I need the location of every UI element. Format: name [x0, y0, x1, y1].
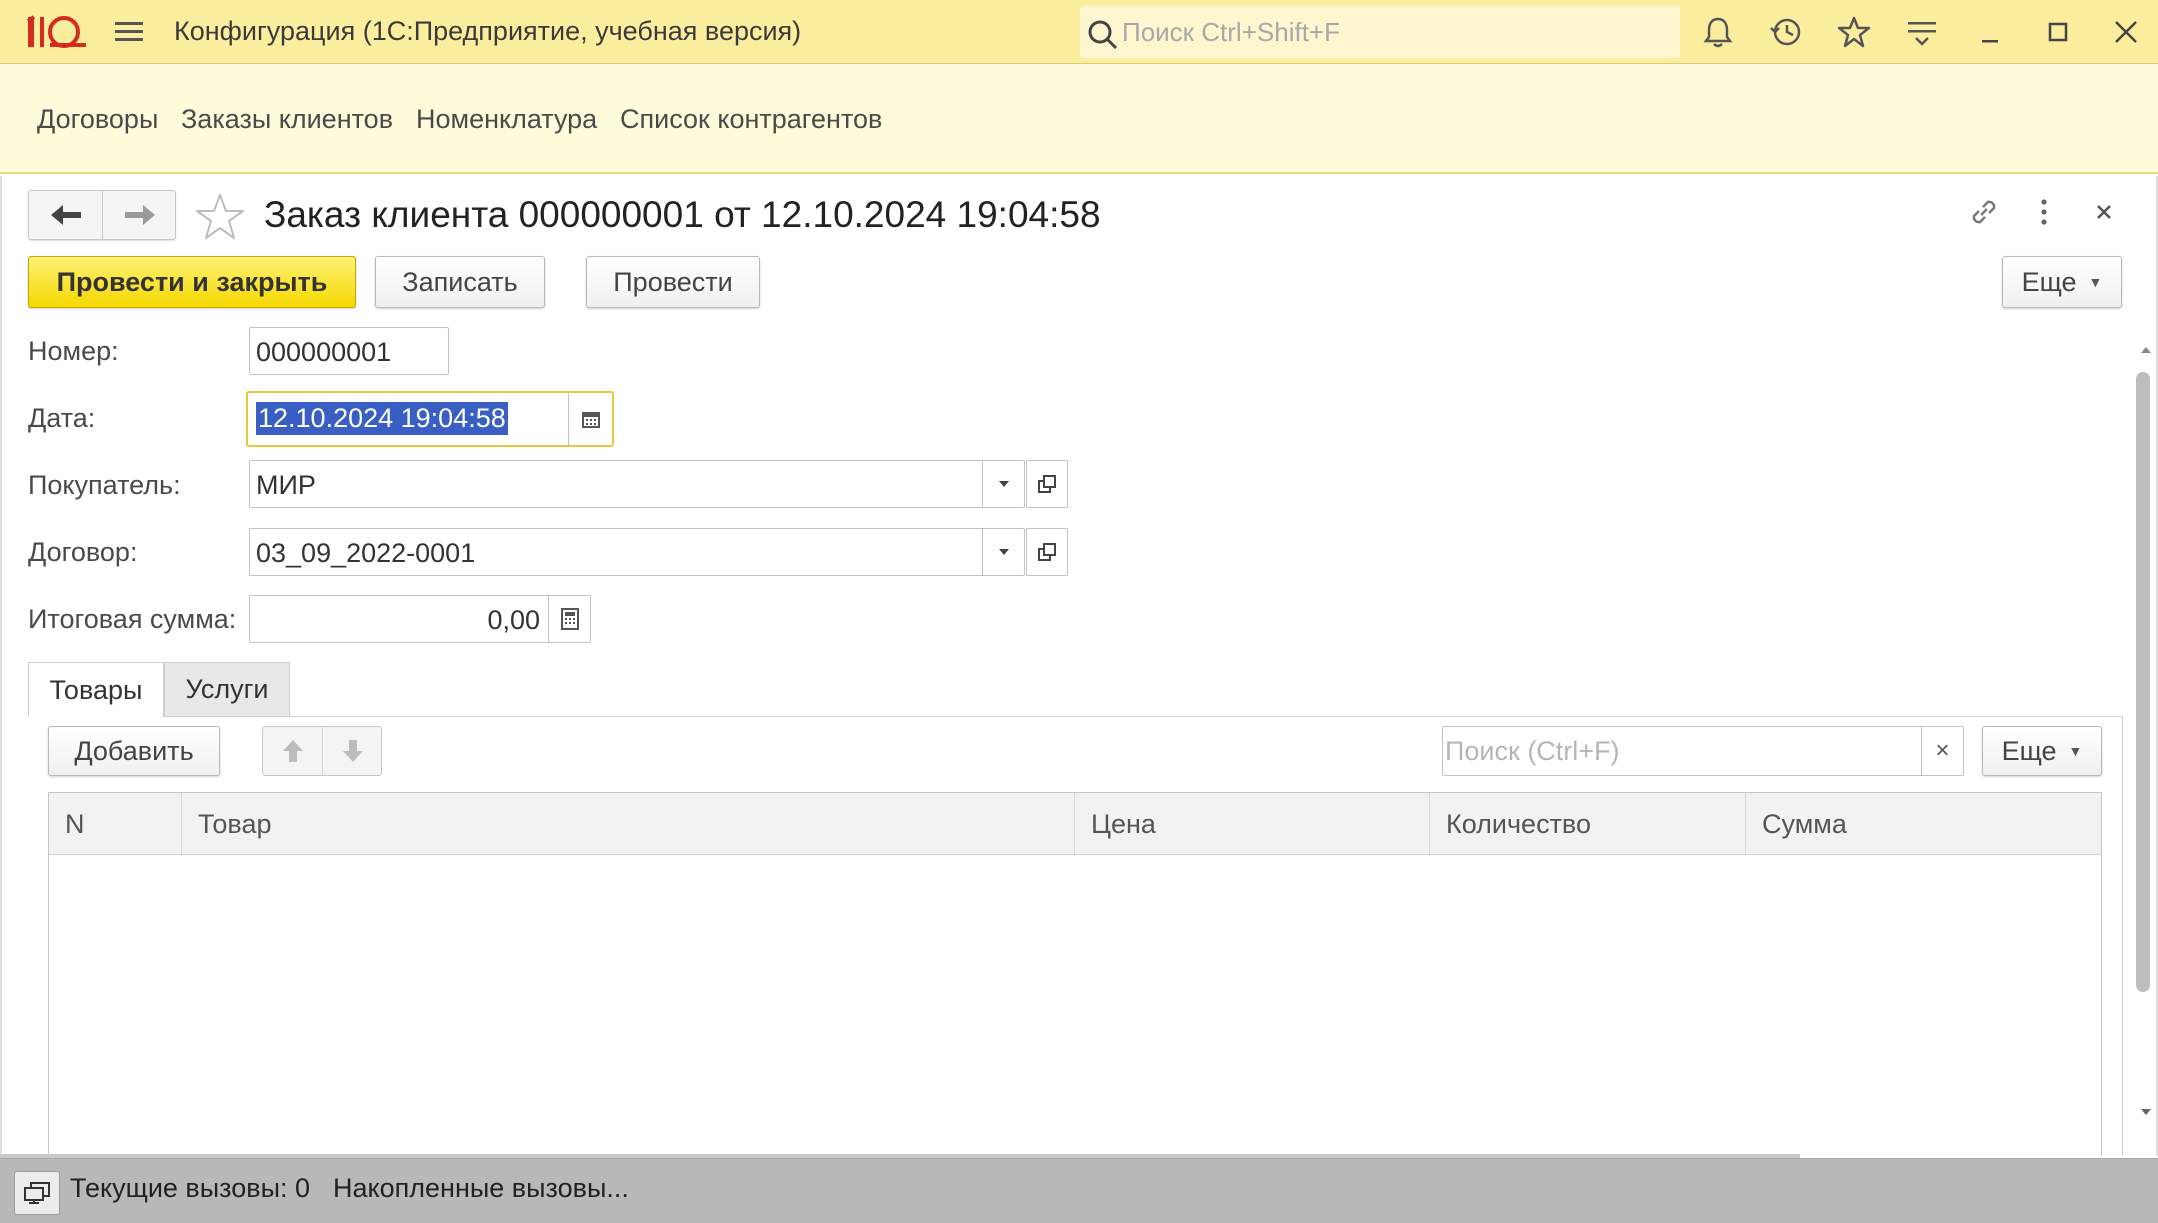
buyer-value: МИР: [256, 470, 316, 500]
scroll-up-button[interactable]: [2132, 338, 2158, 362]
total-label: Итоговая сумма:: [28, 604, 237, 634]
menu-icon[interactable]: [112, 16, 146, 48]
chevron-down-icon: [2141, 1109, 2151, 1115]
minimize-icon[interactable]: [1972, 14, 2008, 50]
more-button-label: Еще: [2021, 266, 2077, 297]
close-window-icon[interactable]: [2108, 14, 2144, 50]
contract-dropdown-button[interactable]: [982, 529, 1024, 575]
favorites-star-icon[interactable]: [1836, 14, 1872, 50]
column-header-n[interactable]: N: [49, 793, 182, 855]
column-header-price[interactable]: Цена: [1075, 793, 1430, 855]
tab-goods[interactable]: Товары: [28, 662, 164, 717]
buyer-label: Покупатель:: [28, 470, 181, 500]
favorite-star-icon[interactable]: [194, 192, 246, 244]
calculator-icon: [560, 608, 579, 630]
table-search[interactable]: ×: [1442, 726, 1964, 776]
settings-menu-icon[interactable]: [1904, 14, 1940, 50]
contract-field[interactable]: 03_09_2022-0001: [249, 528, 1025, 576]
date-value: 12.10.2024 19:04:58: [256, 402, 508, 435]
clear-search-icon[interactable]: ×: [1921, 727, 1963, 775]
maximize-icon[interactable]: [2040, 14, 2076, 50]
section-link-customer-orders[interactable]: Заказы клиентов: [181, 104, 393, 135]
goods-table[interactable]: N Товар Цена Количество Сумма: [48, 792, 2102, 1156]
accumulated-calls-text[interactable]: Накопленные вызовы...: [333, 1173, 629, 1204]
section-panel: Договоры Заказы клиентов Номенклатура Сп…: [0, 64, 2158, 174]
back-button[interactable]: [29, 191, 102, 239]
open-in-new-icon: [1038, 475, 1056, 493]
app-title: Конфигурация (1С:Предприятие, учебная ве…: [174, 16, 802, 46]
document-form: Заказ клиента 000000001 от 12.10.2024 19…: [0, 176, 2158, 1156]
table-header: N Товар Цена Количество Сумма: [49, 793, 2101, 855]
arrow-down-icon: [342, 740, 363, 762]
buyer-open-button[interactable]: [1026, 460, 1068, 508]
section-link-contracts[interactable]: Договоры: [37, 104, 158, 135]
bell-icon[interactable]: [1700, 14, 1736, 50]
more-vertical-icon[interactable]: [2024, 192, 2064, 232]
chevron-down-icon: [998, 481, 1009, 487]
date-label: Дата:: [28, 403, 96, 433]
table-more-label: Еще: [2001, 735, 2057, 766]
scroll-down-button[interactable]: [2132, 1100, 2158, 1124]
number-label: Номер:: [28, 336, 119, 366]
section-link-counterparties[interactable]: Список контрагентов: [620, 104, 882, 135]
arrow-left-icon: [51, 205, 81, 225]
tab-services[interactable]: Услуги: [164, 662, 290, 716]
column-header-quantity[interactable]: Количество: [1430, 793, 1746, 855]
link-icon[interactable]: [1964, 192, 2004, 232]
move-down-button[interactable]: [323, 727, 382, 775]
move-up-button[interactable]: [263, 727, 322, 775]
add-row-button[interactable]: Добавить: [48, 726, 220, 776]
save-button[interactable]: Записать: [375, 256, 545, 308]
caret-down-icon: ▼: [2088, 274, 2103, 290]
title-bar: Конфигурация (1С:Предприятие, учебная ве…: [0, 0, 2158, 64]
chevron-down-icon: [998, 549, 1009, 555]
performance-button[interactable]: [14, 1171, 60, 1215]
buyer-field[interactable]: МИР: [249, 460, 1025, 508]
table-more-button[interactable]: Еще ▼: [1982, 726, 2102, 776]
status-bar: Текущие вызовы: 0 Накопленные вызовы...: [0, 1158, 2158, 1223]
scrollbar-thumb[interactable]: [2136, 372, 2150, 992]
open-in-new-icon: [1038, 543, 1056, 561]
table-search-input[interactable]: [1445, 731, 1915, 771]
total-field[interactable]: 0,00: [249, 595, 591, 643]
total-value: 0,00: [487, 605, 540, 635]
number-value: 000000001: [256, 337, 392, 367]
section-link-nomenclature[interactable]: Номенклатура: [416, 104, 597, 135]
calendar-icon: [581, 412, 600, 428]
1c-logo-icon[interactable]: [26, 13, 88, 51]
date-field[interactable]: 12.10.2024 19:04:58: [246, 391, 614, 447]
global-search[interactable]: [1080, 6, 1680, 58]
post-and-close-button[interactable]: Провести и закрыть: [28, 256, 356, 308]
contract-label: Договор:: [28, 537, 138, 567]
current-calls-text: Текущие вызовы: 0: [70, 1173, 311, 1203]
column-header-sum[interactable]: Сумма: [1746, 793, 2101, 855]
tab-panel-border: [2122, 716, 2123, 1156]
document-title: Заказ клиента 000000001 от 12.10.2024 19…: [264, 194, 1101, 235]
close-form-icon[interactable]: [2084, 192, 2124, 232]
search-icon: [1088, 20, 1118, 50]
chevron-up-icon: [2141, 347, 2151, 353]
caret-down-icon: ▼: [2068, 743, 2083, 759]
number-field[interactable]: 000000001: [249, 327, 449, 375]
more-button[interactable]: Еще ▼: [2002, 256, 2122, 308]
global-search-input[interactable]: [1122, 12, 1662, 52]
column-header-product[interactable]: Товар: [182, 793, 1075, 855]
calendar-button[interactable]: [568, 393, 612, 445]
arrow-right-icon: [125, 205, 155, 225]
calculator-button[interactable]: [548, 596, 590, 642]
move-row-buttons: [262, 726, 382, 776]
monitor-icon: [24, 1182, 50, 1204]
navigation-buttons: [28, 190, 176, 240]
forward-button[interactable]: [103, 191, 176, 239]
arrow-up-icon: [282, 740, 303, 762]
buyer-dropdown-button[interactable]: [982, 461, 1024, 507]
tab-divider: [28, 716, 2122, 717]
post-button[interactable]: Провести: [586, 256, 760, 308]
history-icon[interactable]: [1768, 14, 1804, 50]
contract-value: 03_09_2022-0001: [256, 538, 476, 568]
contract-open-button[interactable]: [1026, 528, 1068, 576]
